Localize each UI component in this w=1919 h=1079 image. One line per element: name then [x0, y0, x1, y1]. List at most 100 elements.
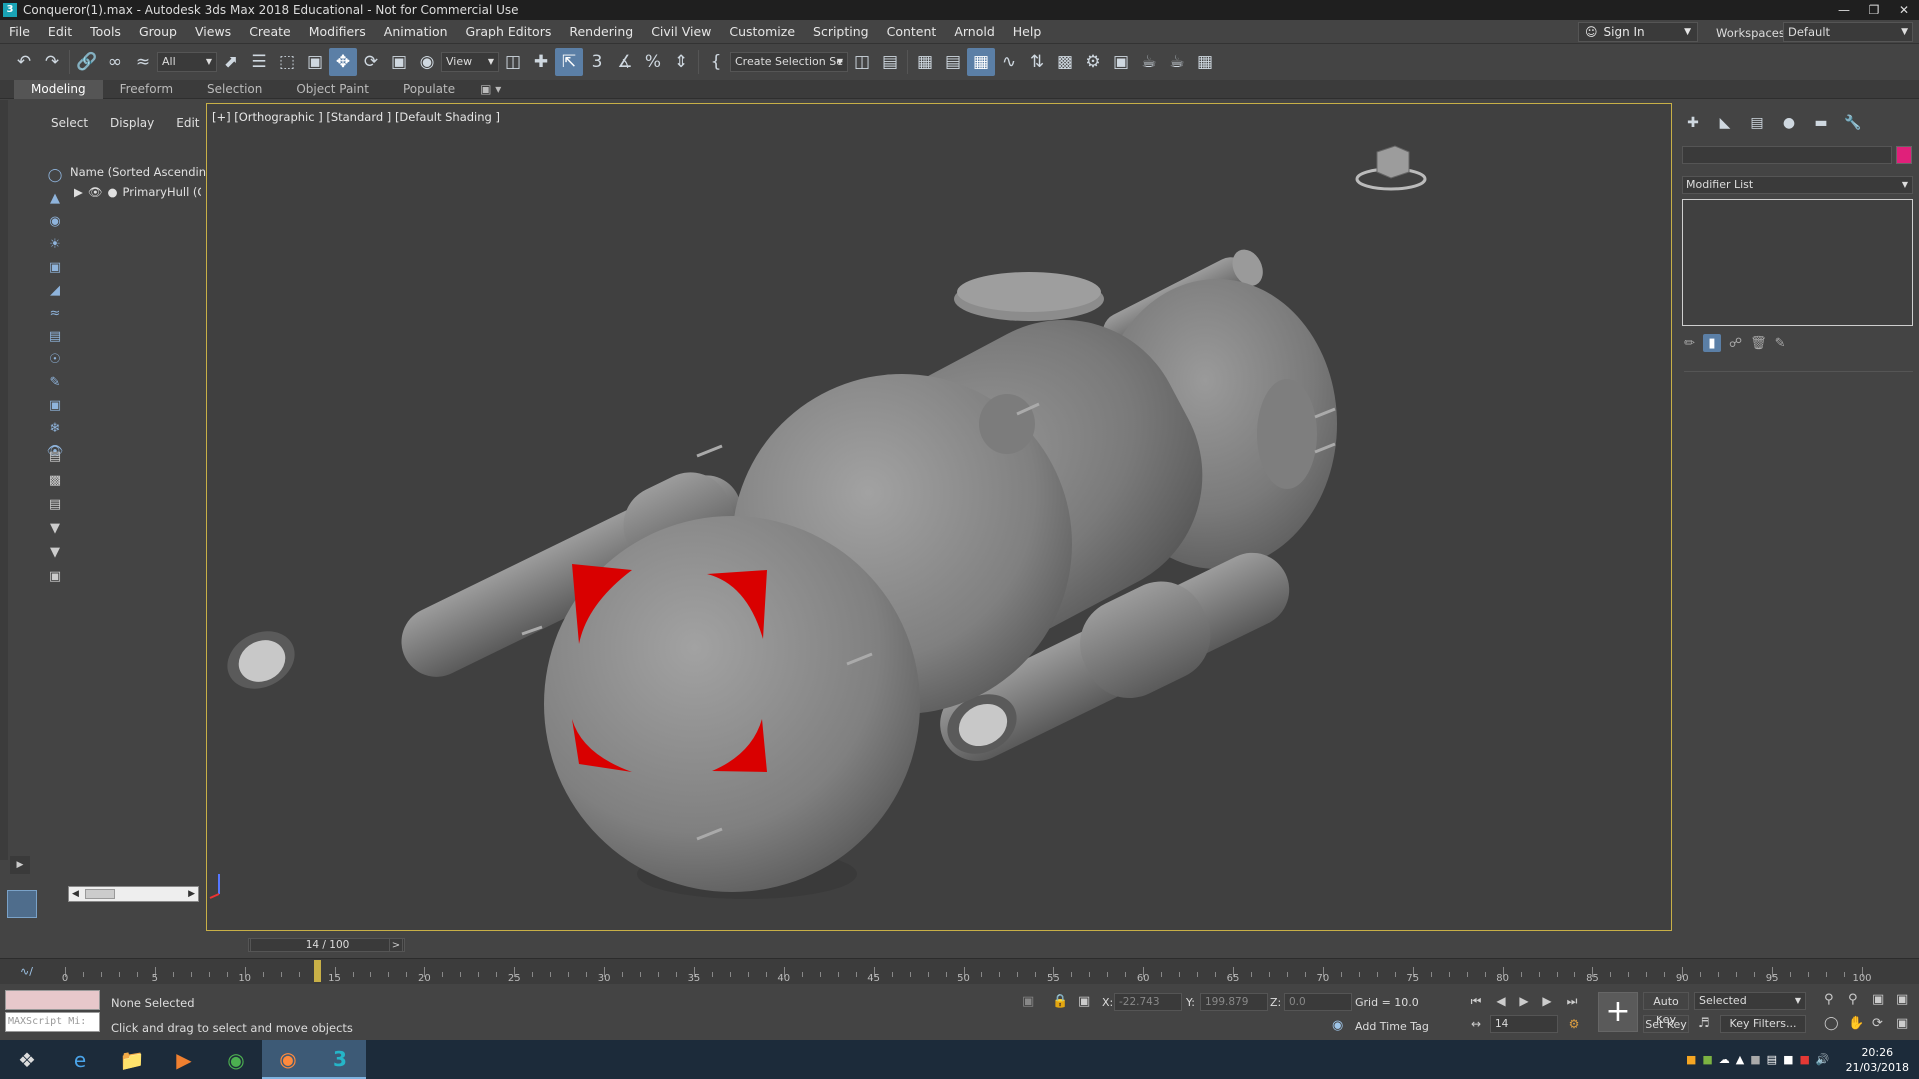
sort-icon[interactable]: ▤: [45, 494, 65, 515]
previous-key-icon[interactable]: ◀: [1490, 992, 1512, 1010]
y-coordinate-field[interactable]: 199.879: [1200, 993, 1268, 1011]
close-icon[interactable]: ✕: [1889, 0, 1919, 20]
3ds-max-taskbar-icon[interactable]: 3: [314, 1040, 366, 1079]
layer-icon[interactable]: ▩: [45, 470, 65, 491]
snaps-toggle-icon[interactable]: 3: [583, 48, 611, 76]
make-unique-icon[interactable]: ☍: [1729, 336, 1742, 351]
object-color-swatch[interactable]: [1896, 146, 1912, 164]
display-cameras-icon[interactable]: ▣: [45, 257, 65, 278]
z-coordinate-field[interactable]: 0.0: [1284, 993, 1352, 1011]
display-bones-icon[interactable]: ✎: [45, 372, 65, 393]
set-key-button[interactable]: Set Key: [1643, 1015, 1689, 1033]
tray-app-icon[interactable]: ■: [1686, 1053, 1696, 1066]
minimize-icon[interactable]: —: [1829, 0, 1859, 20]
display-geometry-icon[interactable]: ▲: [45, 188, 65, 209]
mirror-icon[interactable]: ◫: [848, 48, 876, 76]
chrome-icon[interactable]: ◉: [210, 1040, 262, 1079]
add-time-tag-button[interactable]: Add Time Tag: [1355, 1020, 1429, 1033]
selection-lock-icon[interactable]: 🔒: [1052, 994, 1068, 1009]
menu-arnold[interactable]: Arnold: [945, 20, 1003, 44]
firefox-icon[interactable]: ◉: [262, 1040, 314, 1079]
render-iterative-icon[interactable]: ☕: [1163, 48, 1191, 76]
restore-icon[interactable]: ❐: [1859, 0, 1889, 20]
bind-space-warp-icon[interactable]: ≈: [129, 48, 157, 76]
select-object-icon[interactable]: ⬈: [217, 48, 245, 76]
arnold-render-view-icon[interactable]: ▦: [1191, 48, 1219, 76]
funnel-icon[interactable]: ▼: [45, 542, 65, 563]
taskbar-clock[interactable]: 20:26 21/03/2018: [1846, 1045, 1909, 1075]
menu-animation[interactable]: Animation: [375, 20, 457, 44]
menu-content[interactable]: Content: [878, 20, 946, 44]
scene-tab-edit[interactable]: Edit: [165, 112, 210, 134]
display-tab-icon[interactable]: ▬: [1808, 112, 1834, 134]
link-icon[interactable]: 🔗: [73, 48, 101, 76]
scene-horizontal-scrollbar[interactable]: ◀ ▶: [68, 886, 199, 902]
rendered-frame-window-icon[interactable]: ▣: [1107, 48, 1135, 76]
pivot-point-center-icon[interactable]: ◫: [499, 48, 527, 76]
select-and-move-icon[interactable]: ✥: [329, 48, 357, 76]
render-production-icon[interactable]: ☕: [1135, 48, 1163, 76]
object-name-field[interactable]: [1682, 146, 1892, 164]
display-lights-icon[interactable]: ☀: [45, 234, 65, 255]
tab-freeform[interactable]: Freeform: [103, 80, 190, 99]
auto-key-button[interactable]: Auto Key: [1643, 992, 1689, 1026]
media-player-icon[interactable]: ▶: [158, 1040, 210, 1079]
x-coordinate-field[interactable]: -22.743: [1114, 993, 1182, 1011]
viewport-layout-button[interactable]: [7, 890, 37, 918]
modifier-stack[interactable]: [1682, 199, 1913, 326]
track-bar[interactable]: ∿/ 0 5 10 15 20 25 30 35 40 45 50 55 60 65 70 75 80 85 90 9…: [0, 958, 1919, 984]
tab-populate[interactable]: Populate: [386, 80, 472, 99]
internet-explorer-icon[interactable]: e: [54, 1040, 106, 1079]
file-explorer-icon[interactable]: 📁: [106, 1040, 158, 1079]
key-mode-dropdown[interactable]: Selected ▼: [1694, 992, 1806, 1010]
tray-app-icon[interactable]: ■: [1750, 1053, 1760, 1066]
tab-selection[interactable]: Selection: [190, 80, 279, 99]
percent-snap-icon[interactable]: %: [639, 48, 667, 76]
keyboard-shortcut-override-icon[interactable]: ⇱: [555, 48, 583, 76]
display-containers-icon[interactable]: ▣: [45, 395, 65, 416]
material-editor-icon[interactable]: ▩: [1051, 48, 1079, 76]
scene-tab-select[interactable]: Select: [40, 112, 99, 134]
time-configuration-icon[interactable]: ⚙: [1563, 1015, 1585, 1033]
edit-named-selection-icon[interactable]: {: [702, 48, 730, 76]
ribbon-options-icon[interactable]: ▣ ▾: [472, 80, 509, 99]
next-key-icon[interactable]: ▶: [1536, 992, 1558, 1010]
motion-tab-icon[interactable]: ●: [1776, 112, 1802, 134]
folder-icon[interactable]: ▣: [45, 566, 65, 587]
orbit-icon[interactable]: ⟳: [1872, 1016, 1883, 1031]
named-selection-dropdown[interactable]: Create Selection Se ▼: [730, 52, 848, 72]
expand-triangle-icon[interactable]: ▶: [74, 185, 83, 199]
menu-graph-editors[interactable]: Graph Editors: [457, 20, 561, 44]
time-slider[interactable]: 14 / 100: [250, 938, 405, 952]
menu-modifiers[interactable]: Modifiers: [300, 20, 375, 44]
zoom-extents-all-icon[interactable]: ▣: [1896, 992, 1908, 1007]
select-and-rotate-icon[interactable]: ⟳: [357, 48, 385, 76]
scene-explorer-icon[interactable]: ▦: [911, 48, 939, 76]
scroll-thumb[interactable]: [85, 889, 115, 899]
time-tag-icon[interactable]: ◉: [1332, 1018, 1343, 1033]
modifier-list-dropdown[interactable]: Modifier List ▼: [1682, 176, 1913, 194]
menu-create[interactable]: Create: [240, 20, 300, 44]
explorer-options-icon[interactable]: ▤: [45, 446, 65, 467]
tab-object-paint[interactable]: Object Paint: [279, 80, 386, 99]
menu-file[interactable]: File: [0, 20, 39, 44]
menu-scripting[interactable]: Scripting: [804, 20, 878, 44]
go-to-start-icon[interactable]: ⏮: [1465, 992, 1487, 1010]
layer-explorer-icon[interactable]: ▤: [939, 48, 967, 76]
default-in-out-tangents-icon[interactable]: ♬: [1698, 1016, 1710, 1031]
curve-editor-icon[interactable]: ∿: [995, 48, 1023, 76]
display-space-warps-icon[interactable]: ≈: [45, 303, 65, 324]
freeze-dot-icon[interactable]: ●: [107, 185, 117, 199]
key-mode-toggle-icon[interactable]: ↔: [1465, 1015, 1487, 1033]
tray-app-icon[interactable]: ☁: [1719, 1053, 1730, 1066]
pin-stack-icon[interactable]: ✏: [1684, 336, 1695, 351]
viewport-label[interactable]: [+] [Orthographic ] [Standard ] [Default…: [212, 110, 500, 124]
select-manipulate-icon[interactable]: ✚: [527, 48, 555, 76]
workspaces-dropdown[interactable]: Default ▼: [1783, 22, 1913, 42]
create-tab-icon[interactable]: ✚: [1680, 112, 1706, 134]
show-end-result-icon[interactable]: ▮: [1702, 334, 1721, 352]
align-icon[interactable]: ▤: [876, 48, 904, 76]
expand-panel-button[interactable]: ▶: [10, 856, 30, 874]
select-and-scale-icon[interactable]: ▣: [385, 48, 413, 76]
perspective-viewport[interactable]: [206, 103, 1672, 931]
